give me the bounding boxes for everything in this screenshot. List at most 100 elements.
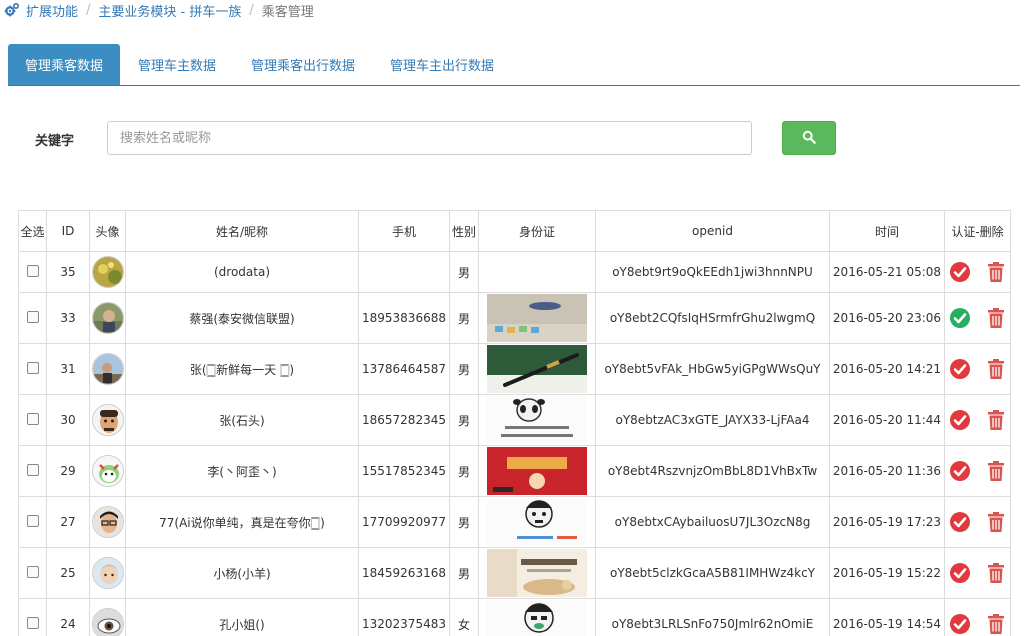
avatar bbox=[91, 404, 124, 436]
search-button[interactable] bbox=[782, 121, 836, 155]
tab-manage-passengers[interactable]: 管理乘客数据 bbox=[8, 44, 121, 85]
row-phone: 15517852345 bbox=[358, 445, 450, 497]
gears-icon bbox=[4, 2, 20, 18]
row-openid: oY8ebtxCAybailuosU7JL3OzcN8g bbox=[595, 496, 830, 548]
row-openid: oY8ebt3LRLSnFo750Jmlr62nOmiE bbox=[595, 598, 830, 636]
row-phone: 17709920977 bbox=[358, 496, 450, 548]
row-time: 2016-05-21 05:08 bbox=[829, 251, 945, 293]
id-card-image[interactable] bbox=[487, 396, 587, 444]
delete-trash-icon[interactable] bbox=[985, 613, 1007, 635]
row-id: 27 bbox=[46, 496, 90, 548]
row-phone: 18657282345 bbox=[358, 394, 450, 446]
delete-trash-icon[interactable] bbox=[985, 460, 1007, 482]
delete-trash-icon[interactable] bbox=[985, 562, 1007, 584]
delete-trash-icon[interactable] bbox=[985, 261, 1007, 283]
row-name: 小杨(小羊) bbox=[125, 547, 359, 599]
row-id-card bbox=[478, 251, 596, 293]
tab-manage-passenger-trips[interactable]: 管理乘客出行数据 bbox=[234, 44, 372, 85]
search-label: 关键字 bbox=[35, 134, 75, 149]
row-time: 2016-05-20 11:44 bbox=[829, 394, 945, 446]
row-gender: 男 bbox=[449, 445, 479, 497]
id-card-image[interactable] bbox=[487, 549, 587, 597]
id-card-image[interactable] bbox=[487, 345, 587, 393]
row-time: 2016-05-20 23:06 bbox=[829, 292, 945, 344]
table-row: 30 张(石头) 18657282345 男 oY8ebtzAC3xGTE_JA… bbox=[18, 394, 1011, 446]
row-id: 29 bbox=[46, 445, 90, 497]
avatar bbox=[91, 302, 124, 334]
search-input[interactable] bbox=[107, 121, 752, 155]
breadcrumb-separator: / bbox=[86, 2, 91, 18]
row-gender: 男 bbox=[449, 496, 479, 548]
header-phone: 手机 bbox=[358, 210, 450, 252]
row-checkbox[interactable] bbox=[26, 616, 39, 629]
search-icon bbox=[802, 130, 816, 147]
row-id: 31 bbox=[46, 343, 90, 395]
header-actions: 认证-删除 bbox=[944, 210, 1011, 252]
delete-trash-icon[interactable] bbox=[985, 511, 1007, 533]
avatar bbox=[91, 353, 124, 385]
id-card-image[interactable] bbox=[487, 498, 587, 546]
row-phone: 13786464587 bbox=[358, 343, 450, 395]
row-checkbox[interactable] bbox=[26, 361, 39, 374]
row-id: 24 bbox=[46, 598, 90, 636]
passenger-table: 全选 ID 头像 姓名/昵称 手机 性别 身份证 openid 时间 认证-删除… bbox=[18, 210, 1011, 636]
breadcrumb-separator: / bbox=[249, 2, 254, 18]
header-avatar: 头像 bbox=[89, 210, 126, 252]
id-card-image[interactable] bbox=[487, 294, 587, 342]
row-name: (drodata) bbox=[125, 251, 359, 293]
row-openid: oY8ebtzAC3xGTE_JAYX33-LjFAa4 bbox=[595, 394, 830, 446]
row-gender: 男 bbox=[449, 251, 479, 293]
row-openid: oY8ebt2CQfsIqHSrmfrGhu2lwgmQ bbox=[595, 292, 830, 344]
row-openid: oY8ebt4RszvnjzOmBbL8D1VhBxTw bbox=[595, 445, 830, 497]
header-select-all[interactable]: 全选 bbox=[18, 210, 47, 252]
table-header-row: 全选 ID 头像 姓名/昵称 手机 性别 身份证 openid 时间 认证-删除 bbox=[18, 210, 1011, 252]
avatar bbox=[91, 608, 124, 636]
row-id: 35 bbox=[46, 251, 90, 293]
row-gender: 男 bbox=[449, 292, 479, 344]
delete-trash-icon[interactable] bbox=[985, 358, 1007, 380]
row-time: 2016-05-19 15:22 bbox=[829, 547, 945, 599]
row-time: 2016-05-20 14:21 bbox=[829, 343, 945, 395]
row-checkbox[interactable] bbox=[26, 310, 39, 323]
verify-icon[interactable] bbox=[949, 562, 971, 584]
verify-icon[interactable] bbox=[949, 261, 971, 283]
row-gender: 男 bbox=[449, 343, 479, 395]
verify-icon[interactable] bbox=[949, 511, 971, 533]
row-checkbox[interactable] bbox=[26, 565, 39, 578]
row-checkbox[interactable] bbox=[26, 264, 39, 277]
row-openid: oY8ebt5vFAk_HbGw5yiGPgWWsQuY bbox=[595, 343, 830, 395]
row-openid: oY8ebt9rt9oQkEEdh1jwi3hnnNPU bbox=[595, 251, 830, 293]
tab-manage-drivers[interactable]: 管理车主数据 bbox=[121, 44, 233, 85]
delete-trash-icon[interactable] bbox=[985, 409, 1007, 431]
breadcrumb-current: 乘客管理 bbox=[261, 4, 314, 20]
row-checkbox[interactable] bbox=[26, 514, 39, 527]
tab-manage-driver-trips[interactable]: 管理车主出行数据 bbox=[373, 44, 511, 85]
id-card-image[interactable] bbox=[487, 447, 587, 495]
breadcrumb-link-carpool-module[interactable]: 主要业务模块 - 拼车一族 bbox=[98, 1, 241, 20]
id-card-image[interactable] bbox=[487, 600, 587, 636]
table-row: 33 蔡强(泰安微信联盟) 18953836688 男 oY8ebt2CQfsI… bbox=[18, 292, 1011, 344]
delete-trash-icon[interactable] bbox=[985, 307, 1007, 329]
row-checkbox[interactable] bbox=[26, 412, 39, 425]
row-time: 2016-05-19 17:23 bbox=[829, 496, 945, 548]
breadcrumb-link-extensions[interactable]: 扩展功能 bbox=[26, 1, 78, 20]
verified-icon[interactable] bbox=[949, 307, 971, 329]
header-id-card: 身份证 bbox=[478, 210, 596, 252]
verify-icon[interactable] bbox=[949, 613, 971, 635]
row-name: 77(Ai说你单纯，真是在夸你🀆) bbox=[125, 496, 359, 548]
table-row: 31 张(🀆新鲜每一天 🀆) 13786464587 男 oY8ebt5vFAk… bbox=[18, 343, 1011, 395]
row-phone: 18459263168 bbox=[358, 547, 450, 599]
row-name: 张(石头) bbox=[125, 394, 359, 446]
verify-icon[interactable] bbox=[949, 358, 971, 380]
row-name: 李(丶阿歪丶) bbox=[125, 445, 359, 497]
tab-bar: 管理乘客数据 管理车主数据 管理乘客出行数据 管理车主出行数据 bbox=[8, 44, 1020, 86]
header-name: 姓名/昵称 bbox=[125, 210, 359, 252]
verify-icon[interactable] bbox=[949, 460, 971, 482]
row-name: 张(🀆新鲜每一天 🀆) bbox=[125, 343, 359, 395]
row-id: 25 bbox=[46, 547, 90, 599]
table-row: 35 (drodata) 男 oY8ebt9rt9oQkEEdh1jwi3hnn… bbox=[18, 251, 1011, 293]
avatar bbox=[91, 557, 124, 589]
row-checkbox[interactable] bbox=[26, 463, 39, 476]
header-id: ID bbox=[46, 210, 90, 252]
verify-icon[interactable] bbox=[949, 409, 971, 431]
